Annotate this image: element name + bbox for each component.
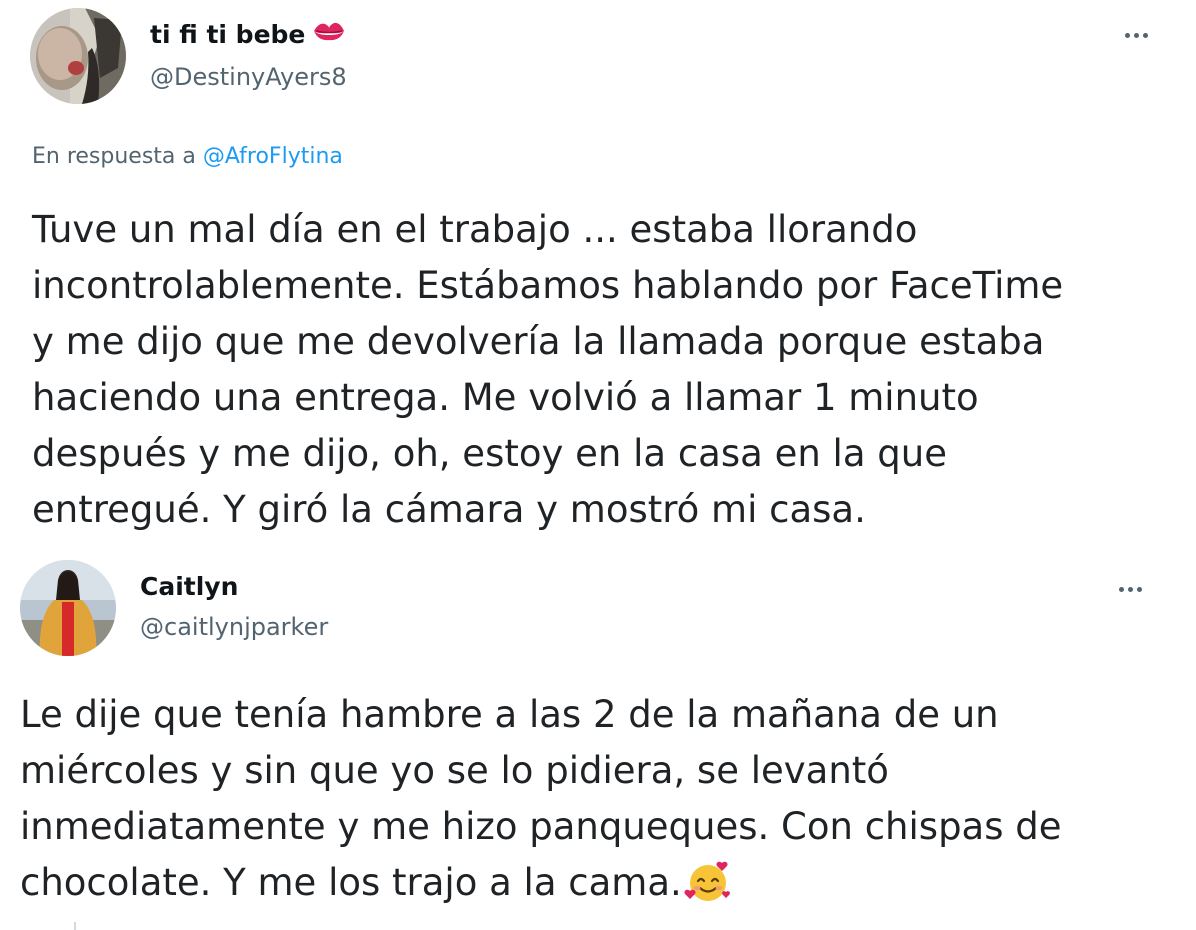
reply-mention-link[interactable]: @AfroFlytina (203, 144, 343, 169)
more-options-button[interactable] (1114, 20, 1158, 50)
kiss-mark-icon (313, 19, 345, 49)
tweet-text: Le dije que tenía hambre a las 2 de la m… (20, 687, 1062, 919)
smiling-face-with-hearts-icon (684, 859, 732, 919)
tweet-text-line: después y me dijo, oh, estoy en la casa … (32, 432, 947, 475)
tweet-text-line: Tuve un mal día en el trabajo ... estaba… (32, 208, 918, 251)
more-dot (1136, 586, 1142, 592)
tweet-text-line: entregué. Y giró la cámara y mostró mi c… (32, 488, 866, 531)
tweet-text: Tuve un mal día en el trabajo ... estaba… (32, 202, 1063, 538)
tweet-text-line: haciendo una entrega. Me volvió a llamar… (32, 376, 979, 419)
more-options-button[interactable] (1108, 574, 1152, 604)
tweet: Caitlyn @caitlynjparker Le dije que tení… (0, 548, 1196, 930)
avatar[interactable] (20, 560, 116, 656)
tweet-text-line: Le dije que tenía hambre a las 2 de la m… (20, 693, 999, 736)
tweet-text-line: inmediatamente y me hizo panqueques. Con… (20, 805, 1062, 848)
tweet-text-line: chocolate. Y me los trajo a la cama. (20, 855, 1062, 919)
tweet-text-segment: chocolate. Y me los trajo a la cama. (20, 861, 682, 904)
user-handle[interactable]: @caitlynjparker (140, 612, 328, 642)
more-dot (1118, 586, 1124, 592)
user-handle[interactable]: @DestinyAyers8 (150, 62, 347, 92)
divider-mark (74, 922, 76, 930)
more-dot (1142, 32, 1148, 38)
avatar[interactable] (30, 8, 126, 104)
reply-prefix: En respuesta a (32, 144, 196, 169)
tweet-text-line: y me dijo que me devolvería la llamada p… (32, 320, 1045, 363)
tweet: ti fi ti bebe @DestinyAyers8 En respuest… (0, 0, 1196, 548)
tweet-text-line: miércoles y sin que yo se lo pidiera, se… (20, 749, 889, 792)
more-dot (1124, 32, 1130, 38)
more-dot (1133, 32, 1139, 38)
display-name[interactable]: Caitlyn (140, 572, 238, 602)
display-name[interactable]: ti fi ti bebe (150, 20, 345, 50)
reply-context: En respuesta a @AfroFlytina (32, 142, 343, 172)
tweet-text-line: incontrolablemente. Estábamos hablando p… (32, 264, 1064, 307)
more-dot (1127, 586, 1133, 592)
